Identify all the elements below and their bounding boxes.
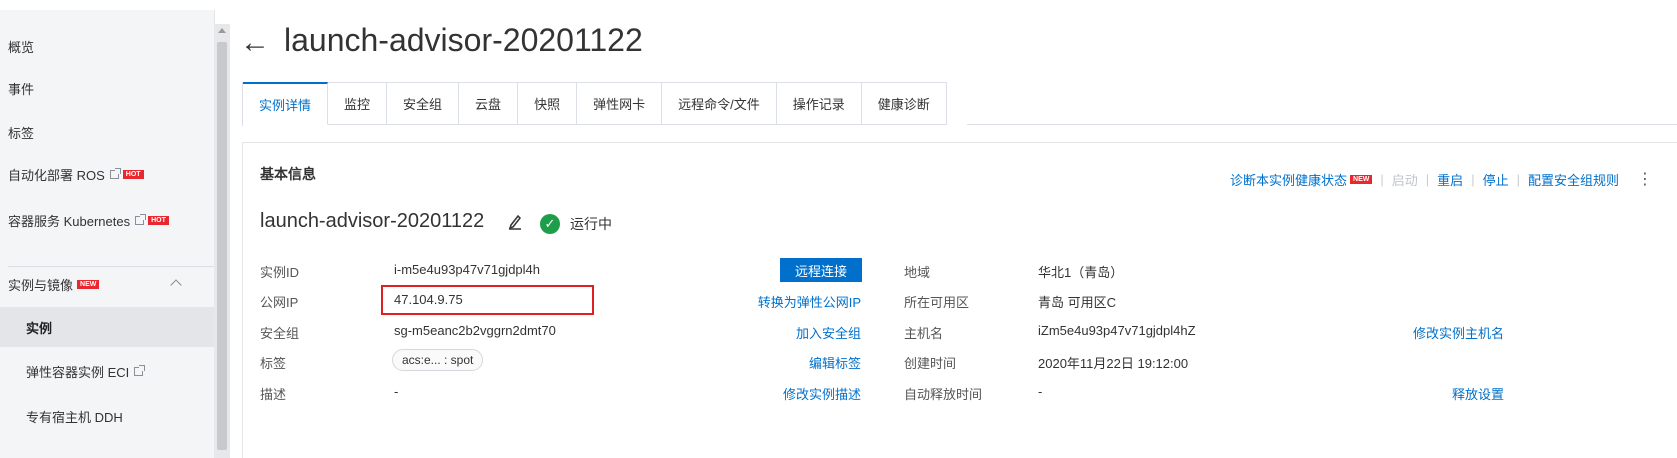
sidebar-item-kubernetes[interactable]: 容器服务 Kubernetes HOT [0, 200, 214, 240]
page-title: launch-advisor-20201122 [284, 22, 643, 58]
more-vertical-icon[interactable]: ⋮ [1637, 172, 1653, 188]
sidebar-item-label: 概览 [8, 39, 35, 55]
sidebar-item-instances[interactable]: 实例 [0, 307, 214, 347]
tab-disks[interactable]: 云盘 [459, 83, 519, 125]
section-title: 基本信息 [260, 166, 316, 182]
sidebar-item-events[interactable]: 事件 [0, 68, 214, 108]
instance-name: launch-advisor-20201122 [260, 210, 485, 232]
divider: | [1380, 172, 1384, 187]
label-public-ip: 公网IP [260, 295, 299, 310]
label-security-group: 安全组 [260, 326, 300, 341]
diagnose-health-link[interactable]: 诊断本实例健康状态 [1230, 170, 1347, 189]
label-zone: 所在可用区 [904, 295, 970, 310]
label-tags: 标签 [260, 356, 287, 371]
start-button[interactable]: 启动 [1392, 170, 1418, 189]
value-region: 华北1（青岛） [1038, 265, 1124, 280]
sidebar-item-ros[interactable]: 自动化部署 ROS HOT [0, 154, 214, 194]
value-description: - [394, 384, 399, 399]
value-instance-id: i-m5e4u93p47v71gjdpl4h [394, 262, 541, 277]
new-badge: NEW [1350, 175, 1373, 184]
sidebar-item-tags[interactable]: 标签 [0, 112, 214, 152]
sidebar-item-label: 事件 [8, 81, 35, 97]
tab-instance-details[interactable]: 实例详情 [243, 82, 329, 125]
tab-eni[interactable]: 弹性网卡 [577, 83, 663, 125]
value-auto-release: - [1038, 384, 1043, 399]
divider: | [1425, 172, 1430, 187]
sidebar-item-label: 标签 [8, 125, 35, 141]
sidebar-item-label: 实例与镜像 [8, 277, 74, 293]
value-created-time: 2020年11月22日 19:12:00 [1038, 356, 1189, 371]
edit-tags-link[interactable]: 编辑标签 [809, 353, 861, 372]
value-security-group: sg-m5eanc2b2vggrn2dmt70 [394, 323, 556, 338]
label-created-time: 创建时间 [904, 356, 957, 371]
convert-eip-link[interactable]: 转换为弹性公网IP [758, 292, 861, 311]
highlight-box [381, 285, 594, 315]
external-link-icon [134, 364, 146, 376]
check-circle-icon: ✓ [540, 214, 560, 234]
edit-description-link[interactable]: 修改实例描述 [783, 384, 861, 403]
sidebar-group-instances-images[interactable]: 实例与镜像 NEW [0, 264, 214, 304]
sidebar-item-label: 弹性容器实例 ECI [26, 364, 130, 380]
status-text: 运行中 [570, 216, 612, 232]
arrow-left-icon[interactable]: ← [240, 26, 270, 60]
stop-button[interactable]: 停止 [1483, 170, 1509, 189]
external-link-icon [135, 213, 147, 225]
tag-chip[interactable]: acs:e... : spot [392, 349, 484, 371]
value-hostname: iZm5e4u93p47v71gjdpl4hZ [1038, 323, 1196, 338]
tab-bar: 实例详情 监控 安全组 云盘 快照 弹性网卡 远程命令/文件 操作记录 健康诊断 [242, 82, 947, 126]
external-link-icon [109, 167, 121, 179]
chevron-up-icon[interactable] [170, 279, 182, 291]
remote-connect-button[interactable]: 远程连接 [780, 258, 862, 282]
value-zone: 青岛 可用区C [1038, 295, 1117, 310]
tab-health-diagnosis[interactable]: 健康诊断 [861, 83, 947, 125]
tab-operation-logs[interactable]: 操作记录 [776, 83, 862, 125]
hot-badge: HOT [122, 169, 144, 179]
label-region: 地域 [904, 265, 931, 280]
instance-actions: 诊断本实例健康状态 NEW | 启动 | 重启 | 停止 | 配置安全组规则 ⋮ [1230, 170, 1653, 189]
hot-badge: HOT [148, 215, 169, 225]
divider: | [1471, 172, 1475, 187]
sidebar: 概览 事件 标签 自动化部署 ROS HOT 容器服务 Kubernetes H… [0, 10, 215, 458]
tab-snapshots[interactable]: 快照 [518, 83, 578, 125]
tab-underline [967, 124, 1677, 125]
config-sg-rules-link[interactable]: 配置安全组规则 [1528, 170, 1619, 189]
tab-security-groups[interactable]: 安全组 [387, 83, 460, 125]
tab-remote-commands[interactable]: 远程命令/文件 [662, 83, 777, 125]
label-description: 描述 [260, 387, 287, 402]
restart-button[interactable]: 重启 [1437, 170, 1463, 189]
label-auto-release: 自动释放时间 [904, 387, 983, 402]
scrollbar-thumb[interactable] [217, 42, 227, 450]
release-settings-link[interactable]: 释放设置 [1452, 384, 1504, 403]
sidebar-item-label: 容器服务 Kubernetes [8, 213, 131, 229]
divider: | [1516, 172, 1520, 187]
sidebar-item-eci[interactable]: 弹性容器实例 ECI [0, 351, 214, 391]
tab-monitoring[interactable]: 监控 [328, 83, 388, 125]
sidebar-item-label: 专有宿主机 DDH [26, 409, 123, 425]
join-security-group-link[interactable]: 加入安全组 [796, 323, 861, 342]
new-badge: NEW [77, 279, 100, 289]
edit-hostname-link[interactable]: 修改实例主机名 [1413, 323, 1504, 342]
edit-pencil-icon[interactable] [508, 212, 522, 230]
label-instance-id: 实例ID [260, 265, 300, 280]
sidebar-item-label: 实例 [26, 320, 53, 336]
label-hostname: 主机名 [904, 326, 944, 341]
sidebar-item-label: 自动化部署 ROS [8, 167, 105, 183]
sidebar-scrollbar[interactable] [214, 24, 230, 458]
scroll-up-icon[interactable] [218, 28, 226, 33]
sidebar-item-ddh[interactable]: 专有宿主机 DDH [0, 396, 214, 436]
sidebar-item-overview[interactable]: 概览 [0, 26, 214, 66]
